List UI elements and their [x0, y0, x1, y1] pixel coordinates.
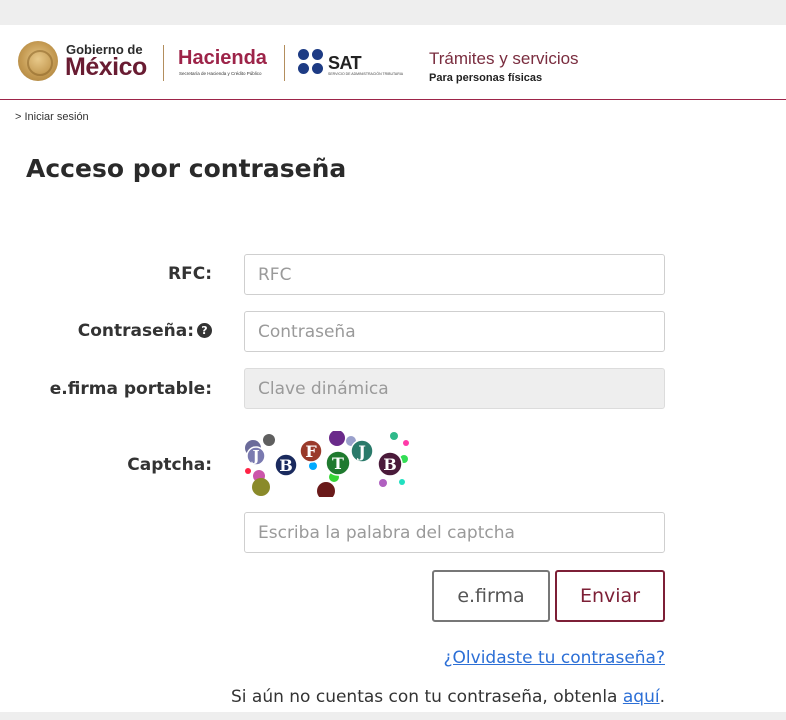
captcha-label: Captcha:	[127, 455, 212, 475]
efirma-button[interactable]: e.firma	[432, 570, 550, 622]
register-link[interactable]: aquí	[623, 687, 660, 707]
register-text-suffix: .	[659, 687, 665, 707]
rfc-input[interactable]	[244, 254, 665, 295]
breadcrumb[interactable]: > Iniciar sesión	[15, 111, 89, 123]
help-icon[interactable]: ?	[197, 323, 212, 338]
efirma-portable-label: e.firma portable:	[49, 379, 212, 399]
page-title: Acceso por contraseña	[26, 154, 347, 183]
sat-subtitle: SERVICIO DE ADMINISTRACIÓN TRIBUTARIA	[328, 72, 404, 76]
hacienda-subtitle: Secretaría de Hacienda y Crédito Público	[179, 71, 262, 76]
captcha-letter: F	[305, 442, 317, 461]
forgot-password-link[interactable]: ¿Olvidaste tu contraseña?	[444, 648, 665, 668]
rfc-label: RFC:	[168, 264, 212, 284]
efirma-portable-input	[244, 368, 665, 409]
password-label: Contraseña:	[77, 321, 194, 341]
captcha-letter: B	[279, 456, 293, 475]
site-header: Gobierno de México Hacienda Secretaría d…	[0, 25, 786, 100]
sat-logo-text[interactable]: SAT	[328, 53, 362, 74]
mexico-logo-text[interactable]: México	[65, 53, 147, 82]
register-text-prefix: Si aún no cuentas con tu contraseña, obt…	[230, 687, 623, 707]
tramites-title[interactable]: Trámites y servicios	[429, 49, 579, 69]
logo-divider	[163, 45, 164, 81]
password-input[interactable]	[244, 311, 665, 352]
sat-logo-icon	[298, 49, 324, 75]
submit-button[interactable]: Enviar	[555, 570, 665, 622]
hacienda-logo-text[interactable]: Hacienda	[178, 47, 267, 70]
captcha-letter: T	[332, 454, 344, 473]
bottom-strip	[0, 712, 786, 720]
captcha-letter: B	[383, 455, 397, 474]
captcha-letter: J	[356, 442, 366, 461]
tramites-subtitle: Para personas físicas	[429, 72, 543, 84]
captcha-image: J B F T J B	[244, 431, 416, 497]
captcha-letter: J	[250, 447, 259, 465]
captcha-input[interactable]	[244, 512, 665, 553]
password-label-group: Contraseña:?	[78, 321, 212, 341]
mexico-seal-icon	[18, 41, 58, 81]
register-text: Si aún no cuentas con tu contraseña, obt…	[231, 687, 665, 707]
logo-divider	[284, 45, 285, 81]
top-strip	[0, 0, 786, 25]
